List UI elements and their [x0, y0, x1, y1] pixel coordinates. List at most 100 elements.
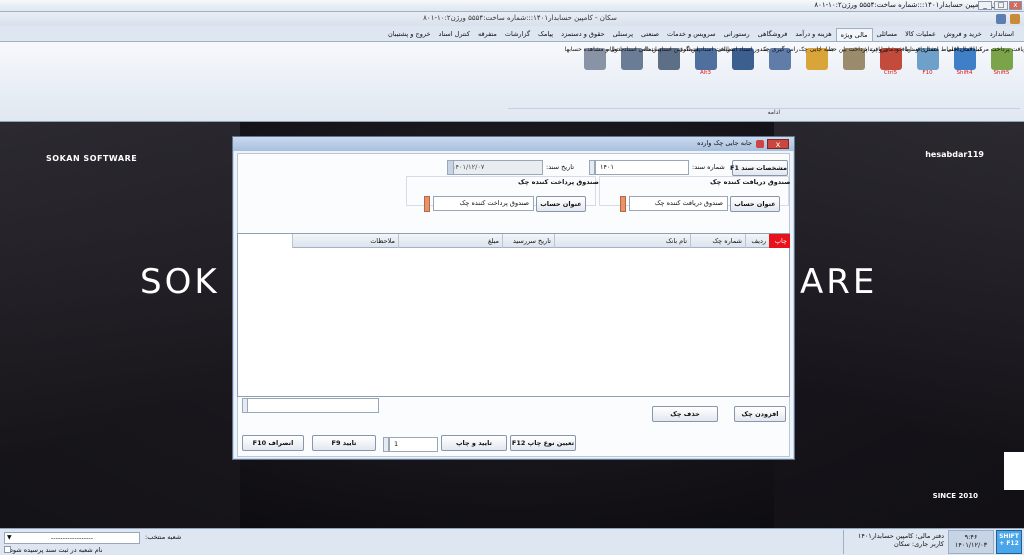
dialog-close-button[interactable]: x	[767, 139, 789, 149]
shift-f12-button[interactable]: SHIFT + F12	[996, 530, 1022, 554]
branch-select-value: ------------------	[50, 534, 94, 542]
tab-6[interactable]: فروشگاهی	[754, 28, 792, 41]
col-bank-name[interactable]: نام بانک	[554, 234, 690, 248]
confirm-print-button[interactable]: تایید و چاپ	[441, 435, 507, 451]
title-bar: سکان - کامپین حسابدار۱۴۰۱:::شماره ساخت:۵…	[0, 0, 1024, 12]
ribbon-button-hotkey: Shift5	[993, 70, 1010, 76]
big-brand-right: ARE	[800, 262, 878, 302]
ribbon-button-11[interactable]: جدول و مشاهده حسابها	[565, 44, 624, 106]
cancel-button[interactable]: انصراف F10	[242, 435, 304, 451]
col-due-date[interactable]: تاریخ سررسید	[502, 234, 554, 248]
confirm-button[interactable]: تایید F9	[312, 435, 376, 451]
quick-access-toolbar: سکان - کامپین حسابدار۱۴۰۱:::شماره ساخت:۵…	[0, 12, 1024, 26]
ribbon-button-label: جدول و مشاهده حسابها	[564, 46, 625, 53]
col-check-number[interactable]: شماره چک	[690, 234, 745, 248]
payer-account-button[interactable]: عنوان حساب	[536, 196, 586, 212]
minimize-button[interactable]: _	[978, 1, 992, 10]
col-print[interactable]: چاپ	[769, 234, 790, 248]
close-window-button[interactable]: x	[1009, 1, 1022, 10]
tab-4[interactable]: مالی ویژه	[835, 28, 873, 41]
branch-select[interactable]: ▼ ------------------	[4, 532, 140, 544]
tab-1[interactable]: خرید و فروش	[940, 28, 986, 41]
tab-13[interactable]: گزارشات	[501, 28, 534, 41]
receiver-account-input[interactable]: صندوق دریافت کننده چک	[629, 196, 728, 211]
receiver-handle[interactable]	[620, 196, 626, 212]
branch-select-label: شعبه منتخب:	[145, 533, 182, 541]
group-separator	[508, 108, 1020, 109]
checks-grid[interactable]: چاپ ردیف شماره چک نام بانک تاریخ سررسید …	[237, 233, 790, 397]
bottom-select-spinner[interactable]	[242, 398, 248, 413]
tab-9[interactable]: صنعتی	[637, 28, 663, 41]
tab-3[interactable]: مسائلی	[873, 28, 902, 41]
payer-group-label: صندوق پرداخت کننده چک	[518, 178, 599, 186]
tab-0[interactable]: استاندارد	[986, 28, 1018, 41]
col-row[interactable]: ردیف	[745, 234, 769, 248]
ribbon-group-label: ادامه	[767, 109, 780, 116]
doc-number-input[interactable]: ۱۴۰۱	[595, 160, 689, 175]
print-type-button[interactable]: تعیین نوع چاپ F12	[510, 435, 576, 451]
delete-check-button[interactable]: حذف چک	[652, 406, 718, 422]
tab-2[interactable]: عملیات کالا	[901, 28, 940, 41]
date-label: ۱۴۰۱/۱۲/۰۳	[954, 541, 988, 549]
bottom-select[interactable]	[242, 398, 379, 413]
current-user-label: کاربر جاری: سکان	[894, 540, 944, 548]
doc-number-spinner[interactable]	[589, 160, 595, 175]
dialog-caption: جابه جایی چک وارده x	[233, 137, 794, 151]
grid-blank-area	[238, 234, 292, 248]
add-check-button[interactable]: افزودن چک	[734, 406, 786, 422]
col-notes[interactable]: ملاحظات	[292, 234, 398, 248]
building-right	[774, 122, 1024, 528]
doc-date-input[interactable]: ۱۴۰۱/۱۲/۰۷	[447, 160, 543, 175]
doc-date-dropdown[interactable]	[447, 160, 454, 175]
fiscal-info: دفتر مالی: کامپین حسابدار۱۴۰۱ کاربر جاری…	[843, 530, 947, 554]
doc-number-label: شماره سند:	[692, 163, 725, 171]
tab-14[interactable]: متفرقه	[474, 28, 501, 41]
tab-8[interactable]: سرویس و خدمات	[663, 28, 720, 41]
receiver-account-button[interactable]: عنوان حساب	[730, 196, 780, 212]
clock: ۹:۴۶ ۱۴۰۱/۱۲/۰۳	[948, 530, 994, 554]
ribbon: دریافت پرداخت مرکب Shift5 مبادلات داخلی Shi…	[0, 42, 1024, 122]
time-label: ۹:۴۶	[964, 533, 978, 541]
branch-checkbox-label: نام شعبه در ثبت سند پرسیده شود	[10, 546, 103, 554]
doc-spec-button[interactable]: مشخصات سند F1	[730, 160, 788, 176]
ribbon-button-label: جابه جایی چک	[798, 46, 835, 53]
ribbon-button-hotkey: Ctrl5	[883, 70, 898, 76]
tab-12[interactable]: پیامک	[534, 28, 557, 41]
ribbon-button-row: دریافت پرداخت مرکب Shift5 مبادلات داخلی Shi…	[565, 44, 1024, 106]
tab-11[interactable]: حقوق و دستمزد	[557, 28, 609, 41]
brand-left: SOKAN SOFTWARE	[46, 154, 138, 163]
ribbon-button-hotkey: F10	[922, 70, 933, 76]
check-transfer-dialog: جابه جایی چک وارده x مشخصات سند F1 شماره…	[232, 136, 795, 460]
qat-save-icon[interactable]	[996, 14, 1006, 24]
copies-input[interactable]: 1	[389, 437, 438, 452]
ribbon-button-4[interactable]: دریافت پرداخت بین حسابها	[820, 44, 887, 106]
dialog-icon	[756, 140, 764, 148]
tab-15[interactable]: کنترل اسناد	[434, 28, 473, 41]
status-bar: ▼ ------------------ شعبه منتخب: نام شعب…	[0, 528, 1024, 555]
window-subtitle: سکان - کامپین حسابدار۱۴۰۱:::شماره ساخت:۵…	[423, 14, 617, 22]
ribbon-button-hotkey: Alt3	[700, 70, 711, 76]
ribbon-group: دریافت پرداخت مرکب Shift5 مبادلات داخلی Shi…	[508, 44, 1024, 118]
chevron-down-icon: ▼	[7, 534, 12, 541]
side-white-box	[1004, 452, 1024, 490]
payer-account-input[interactable]: صندوق پرداخت کننده چک	[433, 196, 534, 211]
col-amount[interactable]: مبلغ	[398, 234, 502, 248]
qat-app-icon[interactable]	[1010, 14, 1020, 24]
brand-right: hesabdar119	[925, 150, 984, 159]
fiscal-label: دفتر مالی: کامپین حسابدار۱۴۰۱	[857, 532, 944, 540]
copies-spinner[interactable]	[383, 437, 389, 452]
building-left	[0, 122, 240, 528]
tab-5[interactable]: هزینه و درآمد	[791, 28, 835, 41]
ribbon-button-5[interactable]: جابه جایی چک	[798, 44, 835, 106]
tab-row: استاندارد خرید و فروش عملیات کالا مسائلی مال…	[384, 28, 1018, 41]
ribbon-button-0[interactable]: دریافت پرداخت مرکب Shift5	[974, 44, 1024, 106]
grid-header: چاپ ردیف شماره چک نام بانک تاریخ سررسید …	[292, 234, 790, 248]
tab-7[interactable]: رستورانی	[720, 28, 754, 41]
doc-date-label: تاریخ سند:	[546, 163, 575, 171]
maximize-button[interactable]: □	[994, 1, 1008, 10]
ribbon-button-hotkey: Shift4	[956, 70, 973, 76]
tab-16[interactable]: خروج و پشتیبان	[384, 28, 434, 41]
tab-10[interactable]: پرسنلی	[609, 28, 637, 41]
payer-handle[interactable]	[424, 196, 430, 212]
since-label: SINCE 2010	[932, 492, 978, 500]
